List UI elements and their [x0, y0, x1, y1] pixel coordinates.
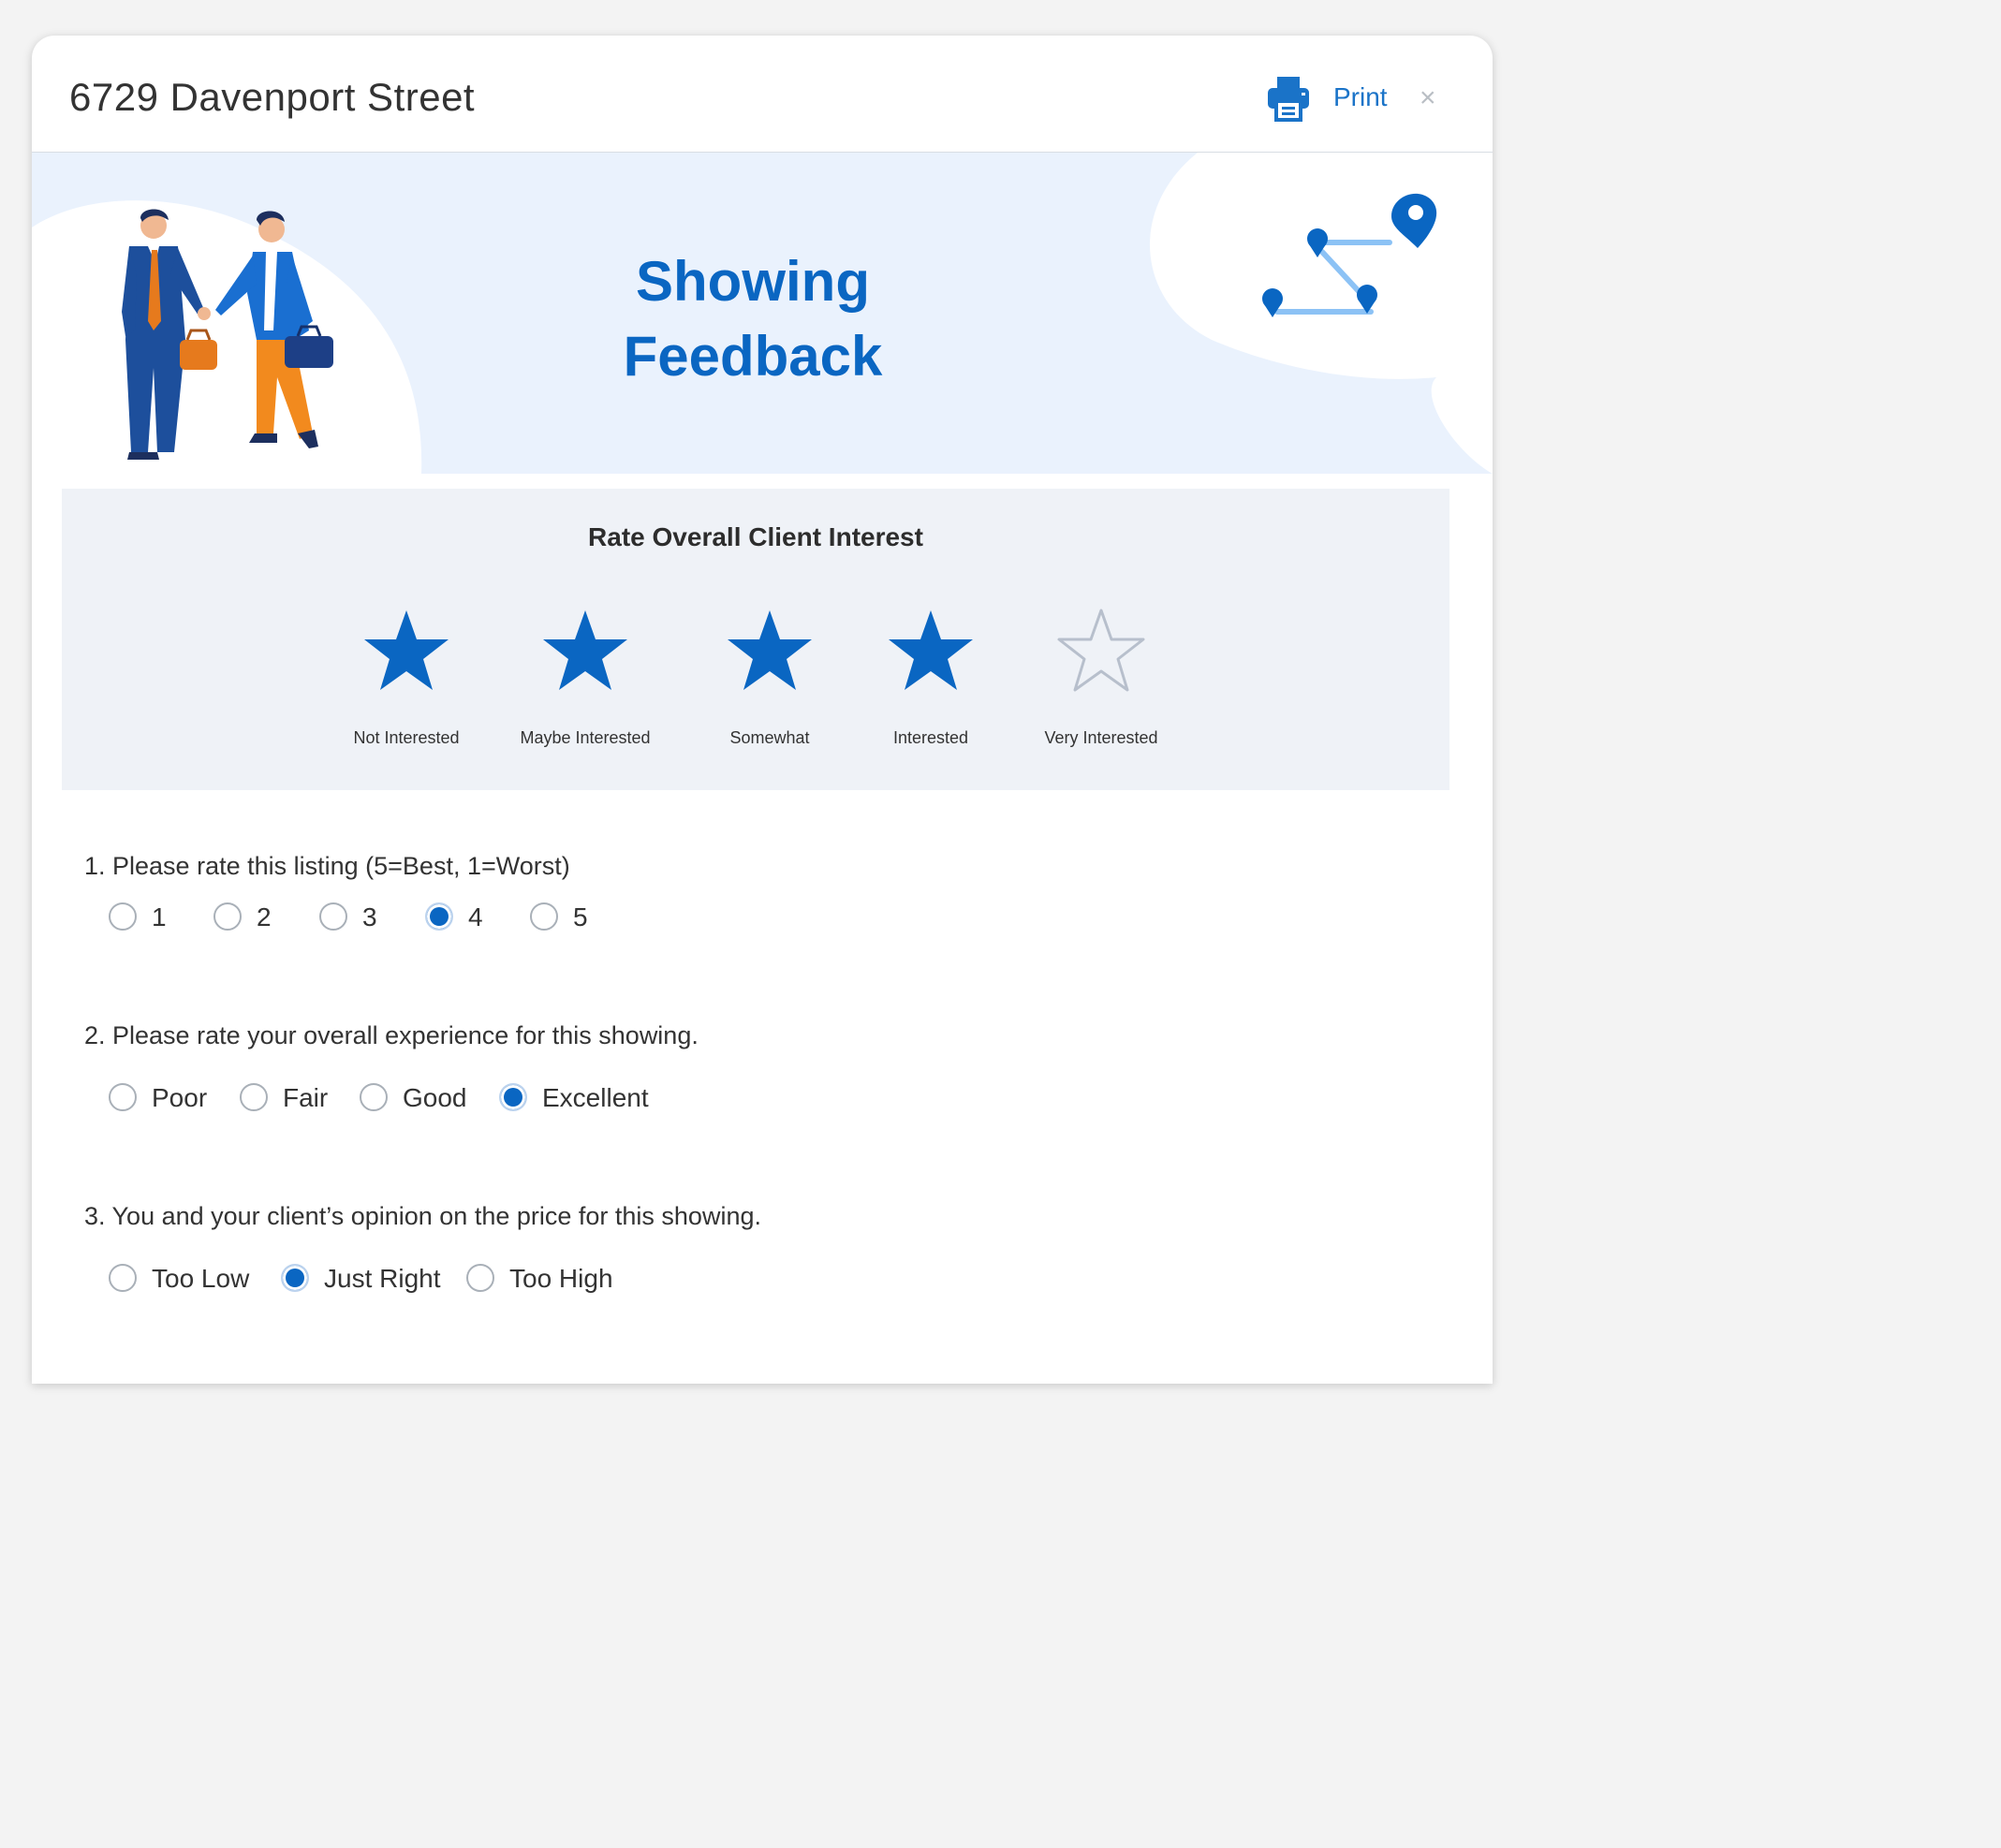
star-icon [728, 610, 812, 690]
option-label: 4 [468, 902, 483, 931]
star-icon [543, 610, 627, 690]
radio-button[interactable] [281, 1264, 309, 1292]
banner-title-line2: Feedback [623, 325, 883, 388]
feedback-banner: Showing Feedback [32, 153, 1493, 474]
star-label: Maybe Interested [520, 728, 651, 747]
option-label: 1 [152, 902, 167, 931]
option-label: 5 [573, 902, 588, 931]
question-2: 2. Please rate your overall experience f… [84, 1021, 699, 1112]
star-rating-2[interactable]: Maybe Interested [492, 607, 679, 748]
client-interest-title: Rate Overall Client Interest [588, 522, 923, 551]
option-label: Excellent [542, 1083, 649, 1112]
option-label: Fair [283, 1083, 329, 1112]
star-label: Not Interested [353, 728, 460, 747]
radio-button[interactable] [240, 1083, 268, 1111]
radio-button[interactable] [499, 1083, 527, 1111]
option-label: 3 [362, 902, 377, 931]
question-1: 1. Please rate this listing (5=Best, 1=W… [84, 852, 588, 931]
close-icon: × [1420, 82, 1436, 113]
star-rating-5[interactable]: Very Interested [1008, 607, 1195, 748]
page-title: 6729 Davenport Street [69, 75, 476, 119]
radio-button[interactable] [109, 1083, 137, 1111]
star-label: Somewhat [729, 728, 810, 747]
star-rating-1[interactable]: Not Interested [313, 607, 500, 748]
option-label: Too Low [152, 1264, 250, 1293]
question-3: 3. You and your client’s opinion on the … [84, 1202, 761, 1293]
radio-button[interactable] [425, 902, 453, 931]
question-3-text: 3. You and your client’s opinion on the … [84, 1202, 761, 1230]
question-2-text: 2. Please rate your overall experience f… [84, 1021, 699, 1049]
radio-button[interactable] [213, 902, 242, 931]
banner-blob-left [32, 200, 422, 474]
client-interest-panel: Rate Overall Client Interest Not Interes… [62, 489, 1449, 790]
modal-header: 6729 Davenport Street Print × [32, 36, 1493, 153]
star-icon [1057, 609, 1145, 692]
question-1-text: 1. Please rate this listing (5=Best, 1=W… [84, 852, 570, 880]
radio-button[interactable] [109, 1264, 137, 1292]
radio-button[interactable] [530, 902, 558, 931]
option-label: Poor [152, 1083, 208, 1112]
star-rating-3[interactable]: Somewhat [676, 607, 863, 748]
printer-icon [1268, 77, 1309, 122]
option-label: Good [403, 1083, 467, 1112]
star-icon [889, 610, 973, 690]
star-label: Interested [892, 728, 969, 747]
option-label: 2 [257, 902, 272, 931]
radio-button[interactable] [109, 902, 137, 931]
option-label: Too High [509, 1264, 613, 1293]
star-icon [364, 610, 449, 690]
star-rating-4[interactable]: Interested [837, 607, 1024, 748]
print-label: Print [1333, 82, 1388, 111]
close-button[interactable]: × [1420, 84, 1436, 112]
radio-button[interactable] [466, 1264, 494, 1292]
radio-button[interactable] [360, 1083, 388, 1111]
star-label: Very Interested [1044, 728, 1158, 747]
feedback-modal: 6729 Davenport Street Print × Showing Fe… [32, 36, 1493, 1384]
banner-title-line1: Showing [636, 250, 870, 313]
radio-button[interactable] [319, 902, 347, 931]
banner-title: Showing Feedback [556, 244, 949, 394]
option-label: Just Right [324, 1264, 441, 1293]
